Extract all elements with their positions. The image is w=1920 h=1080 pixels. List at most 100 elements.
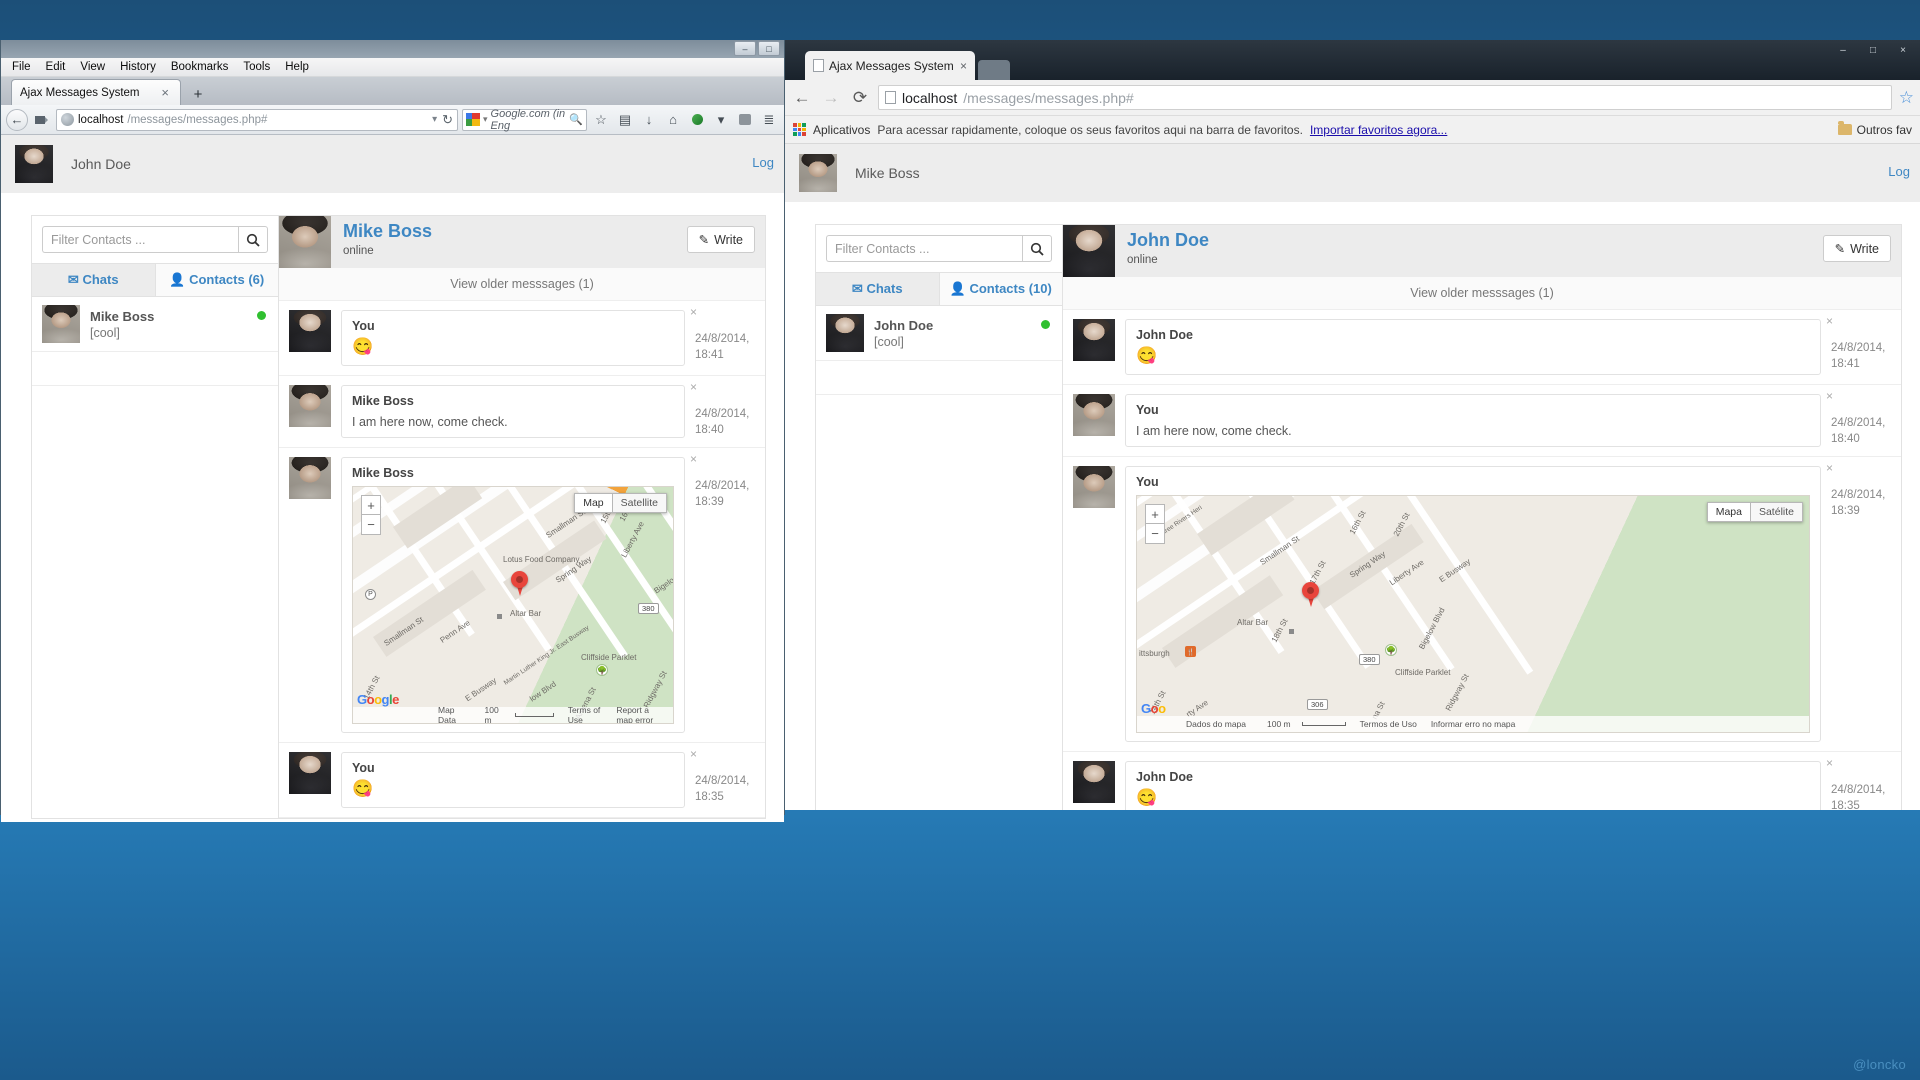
close-icon[interactable]: × bbox=[960, 59, 967, 73]
back-icon[interactable]: ← bbox=[791, 87, 813, 109]
reader-icon[interactable]: ▤ bbox=[615, 109, 635, 131]
delete-message-icon[interactable]: × bbox=[690, 747, 697, 761]
addon2-icon[interactable] bbox=[735, 109, 755, 131]
map-terms-link[interactable]: Terms of Use bbox=[561, 705, 610, 723]
addon-icon[interactable] bbox=[687, 109, 707, 131]
tab-contacts[interactable]: 👤 Contacts (10) bbox=[939, 273, 1062, 306]
menu-icon[interactable]: ≣ bbox=[759, 109, 779, 131]
message-bubble: You 😋 bbox=[341, 310, 685, 366]
view-older-messages-link[interactable]: View older messsages (1) bbox=[279, 268, 765, 301]
filter-contacts-input[interactable]: Filter Contacts ... bbox=[42, 226, 238, 253]
delete-message-icon[interactable]: × bbox=[690, 380, 697, 394]
apps-grid-icon[interactable] bbox=[793, 123, 806, 136]
map-pin[interactable] bbox=[511, 571, 528, 597]
chevron-down-icon[interactable]: ▾ bbox=[711, 109, 731, 131]
menu-help[interactable]: Help bbox=[278, 59, 316, 75]
bookmark-star-icon[interactable]: ☆ bbox=[1899, 88, 1914, 108]
new-tab-button[interactable]: + bbox=[185, 83, 211, 105]
message-row: You 😋 × 24/8/2014, 18:41 bbox=[279, 301, 765, 376]
chrome-window: – □ × Ajax Messages System × ← → ⟳ local… bbox=[785, 40, 1920, 810]
search-button[interactable] bbox=[1022, 235, 1052, 262]
delete-message-icon[interactable]: × bbox=[1826, 756, 1833, 770]
menu-edit[interactable]: Edit bbox=[39, 59, 73, 75]
delete-message-icon[interactable]: × bbox=[1826, 389, 1833, 403]
chat-partner-name: John Doe bbox=[1127, 230, 1210, 250]
other-bookmarks-folder[interactable]: Outros fav bbox=[1837, 121, 1912, 137]
write-button[interactable]: ✎ Write bbox=[686, 226, 755, 253]
home-icon[interactable]: ⌂ bbox=[663, 109, 683, 131]
downloads-icon[interactable]: ↓ bbox=[639, 109, 659, 131]
write-button-label: Write bbox=[714, 232, 743, 247]
chevron-down-icon[interactable]: ▾ bbox=[432, 114, 437, 125]
chrome-tab[interactable]: Ajax Messages System × bbox=[805, 51, 975, 80]
address-bar[interactable]: localhost/messages/messages.php# bbox=[878, 85, 1892, 110]
contact-list-item[interactable]: John Doe [cool] bbox=[816, 306, 1062, 361]
map-zoom-controls[interactable]: + − bbox=[361, 495, 381, 536]
search-icon[interactable]: 🔍 bbox=[569, 113, 583, 126]
delete-message-icon[interactable]: × bbox=[1826, 461, 1833, 475]
chrome-maximize-button[interactable]: □ bbox=[1858, 42, 1888, 59]
logout-link[interactable]: Log bbox=[1888, 164, 1910, 179]
chrome-close-button[interactable]: × bbox=[1888, 42, 1918, 59]
forward-icon[interactable]: → bbox=[820, 87, 842, 109]
map-embed[interactable]: Smallman St 15th St 16th St Lotus Food C… bbox=[352, 486, 674, 725]
bookmarks-apps-label[interactable]: Aplicativos bbox=[813, 123, 870, 137]
online-status-dot bbox=[1041, 320, 1050, 329]
current-user-name: Mike Boss bbox=[855, 165, 920, 181]
site-favicon bbox=[61, 113, 74, 126]
menu-history[interactable]: History bbox=[113, 59, 163, 75]
chrome-minimize-button[interactable]: – bbox=[1828, 42, 1858, 59]
search-bar[interactable]: ▾ Google.com (in Eng 🔍 bbox=[462, 108, 587, 132]
bookmark-star-icon[interactable]: ☆ bbox=[591, 109, 611, 131]
map-terms-link[interactable]: Termos de Uso bbox=[1353, 719, 1424, 729]
map-report-link[interactable]: Report a map error bbox=[609, 705, 673, 723]
firefox-tab[interactable]: Ajax Messages System × bbox=[11, 79, 181, 105]
contact-list-item[interactable]: Mike Boss [cool] bbox=[32, 297, 278, 352]
map-zoom-controls[interactable]: + − bbox=[1145, 504, 1165, 545]
reload-icon[interactable]: ⟳ bbox=[849, 87, 871, 109]
menu-bookmarks[interactable]: Bookmarks bbox=[164, 59, 236, 75]
search-button[interactable] bbox=[238, 226, 268, 253]
view-older-messages-link[interactable]: View older messsages (1) bbox=[1063, 277, 1901, 310]
menu-tools[interactable]: Tools bbox=[236, 59, 277, 75]
zoom-in-button[interactable]: + bbox=[361, 495, 381, 516]
firefox-minimize-button[interactable]: – bbox=[734, 41, 756, 56]
tab-contacts[interactable]: 👤 Contacts (6) bbox=[155, 264, 278, 297]
tab-contacts-label: Contacts (10) bbox=[969, 281, 1052, 296]
address-bar[interactable]: localhost/messages/messages.php# ▾ ↻ bbox=[56, 108, 458, 131]
search-input[interactable]: Google.com (in Eng bbox=[491, 108, 567, 132]
tab-chats[interactable]: ✉ Chats bbox=[816, 273, 940, 306]
delete-message-icon[interactable]: × bbox=[1826, 314, 1833, 328]
import-bookmarks-link[interactable]: Importar favoritos agora... bbox=[1310, 123, 1447, 137]
menu-view[interactable]: View bbox=[73, 59, 112, 75]
chevron-down-icon[interactable]: ▾ bbox=[483, 114, 488, 125]
map-type-switcher[interactable]: Map Satellite bbox=[574, 493, 667, 514]
map-type-map[interactable]: Mapa bbox=[1706, 502, 1751, 523]
new-tab-button[interactable] bbox=[978, 60, 1010, 80]
reload-icon[interactable]: ↻ bbox=[442, 112, 453, 128]
map-pin[interactable] bbox=[1302, 582, 1319, 608]
history-dropdown-icon[interactable] bbox=[32, 109, 52, 131]
back-icon[interactable]: ← bbox=[6, 108, 28, 131]
map-type-map[interactable]: Map bbox=[574, 493, 613, 514]
map-type-switcher[interactable]: Mapa Satélite bbox=[1706, 502, 1803, 523]
logout-link[interactable]: Log bbox=[752, 155, 774, 170]
map-type-satellite[interactable]: Satélite bbox=[1750, 502, 1803, 523]
menu-file[interactable]: File bbox=[5, 59, 38, 75]
map-report-link[interactable]: Informar erro no mapa bbox=[1424, 719, 1523, 729]
zoom-out-button[interactable]: − bbox=[361, 515, 381, 536]
delete-message-icon[interactable]: × bbox=[690, 452, 697, 466]
map-type-satellite[interactable]: Satellite bbox=[612, 493, 667, 514]
tab-chats[interactable]: ✉ Chats bbox=[32, 264, 156, 297]
tab-chats-label: Chats bbox=[82, 272, 119, 287]
close-icon[interactable]: × bbox=[158, 85, 172, 100]
zoom-out-button[interactable]: − bbox=[1145, 524, 1165, 545]
firefox-maximize-button[interactable]: □ bbox=[758, 41, 780, 56]
delete-message-icon[interactable]: × bbox=[690, 305, 697, 319]
zoom-in-button[interactable]: + bbox=[1145, 504, 1165, 525]
write-button[interactable]: ✎ Write bbox=[1822, 235, 1891, 262]
map-embed[interactable]: Three Rivers Heri Smallman St 16th St 17… bbox=[1136, 495, 1810, 734]
filter-contacts-input[interactable]: Filter Contacts ... bbox=[826, 235, 1022, 262]
map-scale-bar bbox=[514, 713, 554, 718]
map-label: ittsburgh bbox=[1139, 649, 1170, 659]
